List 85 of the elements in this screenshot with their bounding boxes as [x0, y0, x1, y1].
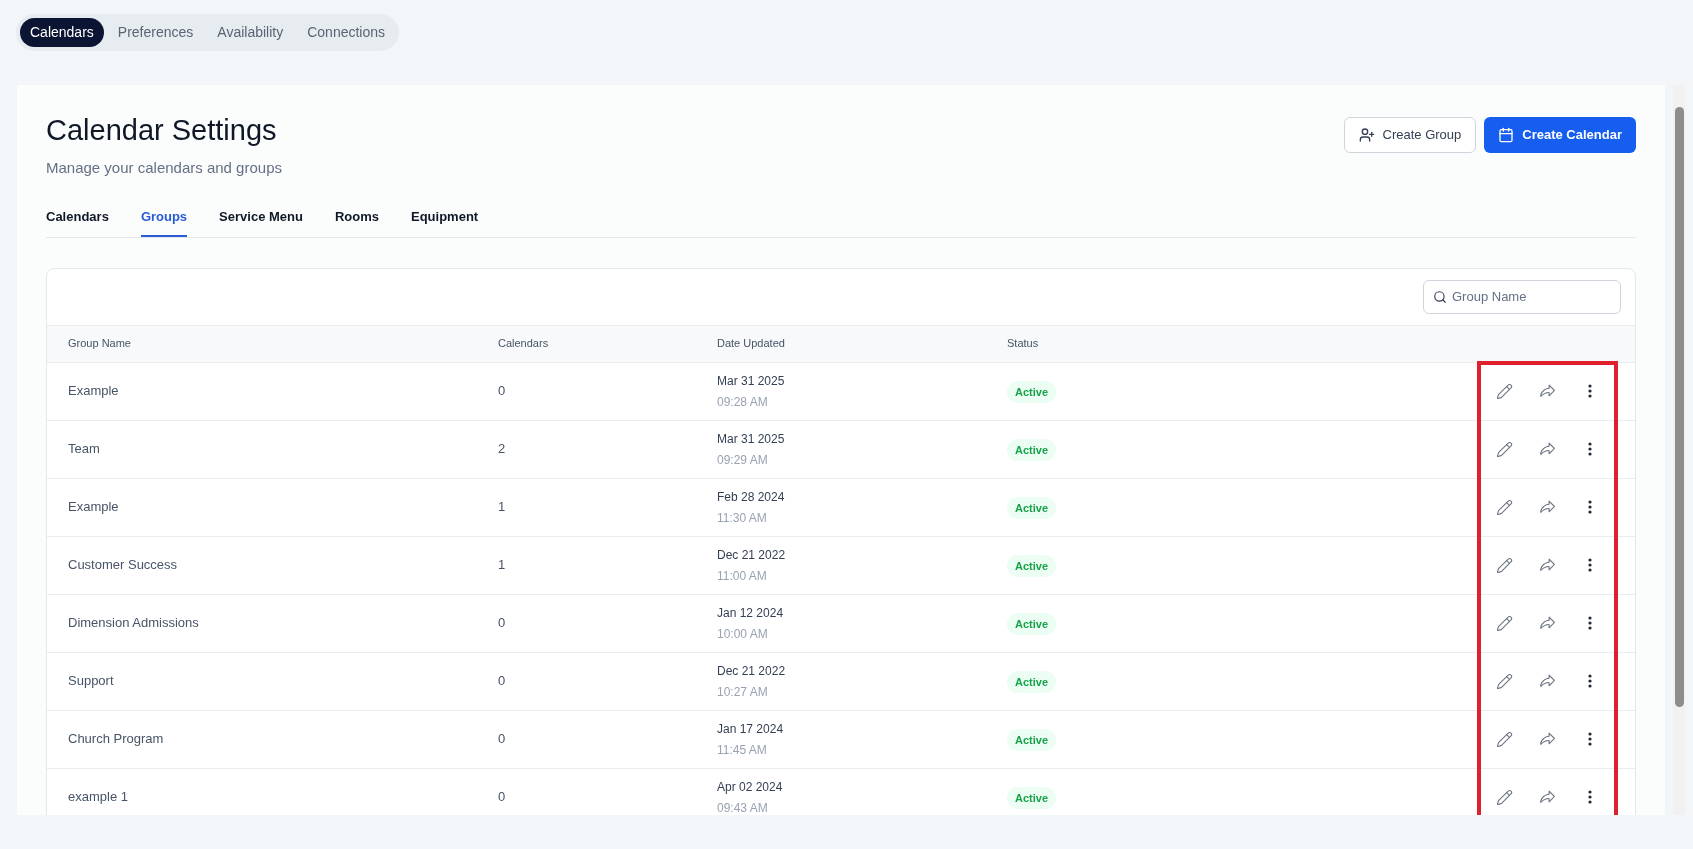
status-badge: Active	[1007, 670, 1057, 694]
page-subtitle: Manage your calendars and groups	[46, 157, 282, 178]
column-header: Date Updated	[717, 336, 786, 352]
forward-arrow-icon	[1539, 788, 1556, 806]
forward-arrow-icon	[1539, 556, 1556, 574]
tab[interactable]: Groups	[140, 207, 188, 237]
forward-arrow-icon	[1539, 498, 1556, 516]
pencil-icon	[1496, 498, 1513, 516]
status-badge: Active	[1007, 786, 1057, 810]
calendar-icon	[1498, 127, 1515, 143]
search-field[interactable]: Group Name	[1423, 279, 1621, 314]
user-plus-icon	[1358, 127, 1375, 143]
forward-arrow-icon	[1539, 672, 1556, 690]
date-text: Dec 21 2022	[717, 546, 787, 564]
tab[interactable]: Calendars	[46, 207, 109, 237]
more-icon	[1588, 616, 1592, 630]
time-text: 09:43 AM	[717, 799, 769, 815]
more-icon	[1588, 500, 1592, 514]
create-calendar-button[interactable]: Create Calendar	[1484, 117, 1636, 153]
table-cell-text: Dimension Admissions	[68, 614, 199, 633]
table-cell-text: 0	[498, 788, 506, 807]
table-cell-text: 0	[498, 382, 506, 401]
pencil-icon	[1496, 382, 1513, 400]
time-text: 11:30 AM	[717, 509, 768, 527]
status-badge: Active	[1007, 496, 1057, 520]
date-text: Mar 31 2025	[717, 430, 786, 448]
table-cell-text: Customer Success	[68, 556, 178, 575]
date-text: Dec 21 2022	[717, 662, 787, 680]
date-text: Apr 02 2024	[717, 778, 784, 796]
more-icon	[1588, 732, 1592, 746]
date-text: Jan 17 2024	[717, 720, 785, 738]
table-cell-text: Team	[68, 440, 100, 459]
time-text: 09:28 AM	[717, 393, 769, 411]
more-icon	[1588, 674, 1592, 688]
table-cell-text: Example	[68, 382, 119, 401]
top-tab[interactable]: Preferences	[107, 18, 204, 47]
table-cell-text: 0	[498, 730, 506, 749]
table-cell-text: Support	[68, 672, 114, 691]
table-cell-text: 0	[498, 614, 506, 633]
column-header: Calendars	[498, 336, 550, 352]
create-group-button[interactable]: Create Group	[1343, 117, 1477, 153]
table-cell-text: 2	[498, 440, 506, 459]
date-text: Mar 31 2025	[717, 372, 786, 390]
more-icon	[1588, 790, 1592, 804]
column-header: Status	[1007, 336, 1040, 352]
pencil-icon	[1496, 672, 1513, 690]
status-badge: Active	[1007, 554, 1057, 578]
time-text: 09:29 AM	[717, 451, 769, 469]
table-cell-text: example 1	[68, 788, 128, 807]
table-cell-text: 1	[498, 498, 506, 517]
pencil-icon	[1496, 730, 1513, 748]
more-icon	[1588, 442, 1592, 456]
forward-arrow-icon	[1539, 382, 1556, 400]
time-text: 11:00 AM	[717, 567, 768, 585]
status-badge: Active	[1007, 728, 1057, 752]
more-icon	[1588, 558, 1592, 572]
page-title: Calendar Settings	[46, 113, 278, 148]
pencil-icon	[1496, 440, 1513, 458]
status-badge: Active	[1007, 438, 1057, 462]
time-text: 10:00 AM	[717, 625, 769, 643]
table-cell-text: Example	[68, 498, 119, 517]
top-tab[interactable]: Connections	[297, 18, 396, 47]
top-tab[interactable]: Availability	[207, 18, 294, 47]
date-text: Jan 12 2024	[717, 604, 785, 622]
table-cell-text: Church Program	[68, 730, 164, 749]
table-cell-text: 0	[498, 672, 506, 691]
date-text: Feb 28 2024	[717, 488, 786, 506]
time-text: 10:27 AM	[717, 683, 769, 701]
forward-arrow-icon	[1539, 440, 1556, 458]
column-header: Group Name	[68, 336, 132, 352]
status-badge: Active	[1007, 612, 1057, 636]
time-text: 11:45 AM	[717, 741, 768, 759]
tab[interactable]: Service Menu	[219, 207, 303, 237]
tab[interactable]: Equipment	[411, 207, 479, 237]
pencil-icon	[1496, 788, 1513, 806]
pencil-icon	[1496, 556, 1513, 574]
forward-arrow-icon	[1539, 614, 1556, 632]
status-badge: Active	[1007, 380, 1057, 404]
search-icon	[1433, 289, 1447, 304]
more-icon	[1588, 384, 1592, 398]
pencil-icon	[1496, 614, 1513, 632]
top-tab[interactable]: Calendars	[20, 18, 104, 47]
table-cell-text: 1	[498, 556, 506, 575]
tab[interactable]: Rooms	[334, 207, 379, 237]
forward-arrow-icon	[1539, 730, 1556, 748]
